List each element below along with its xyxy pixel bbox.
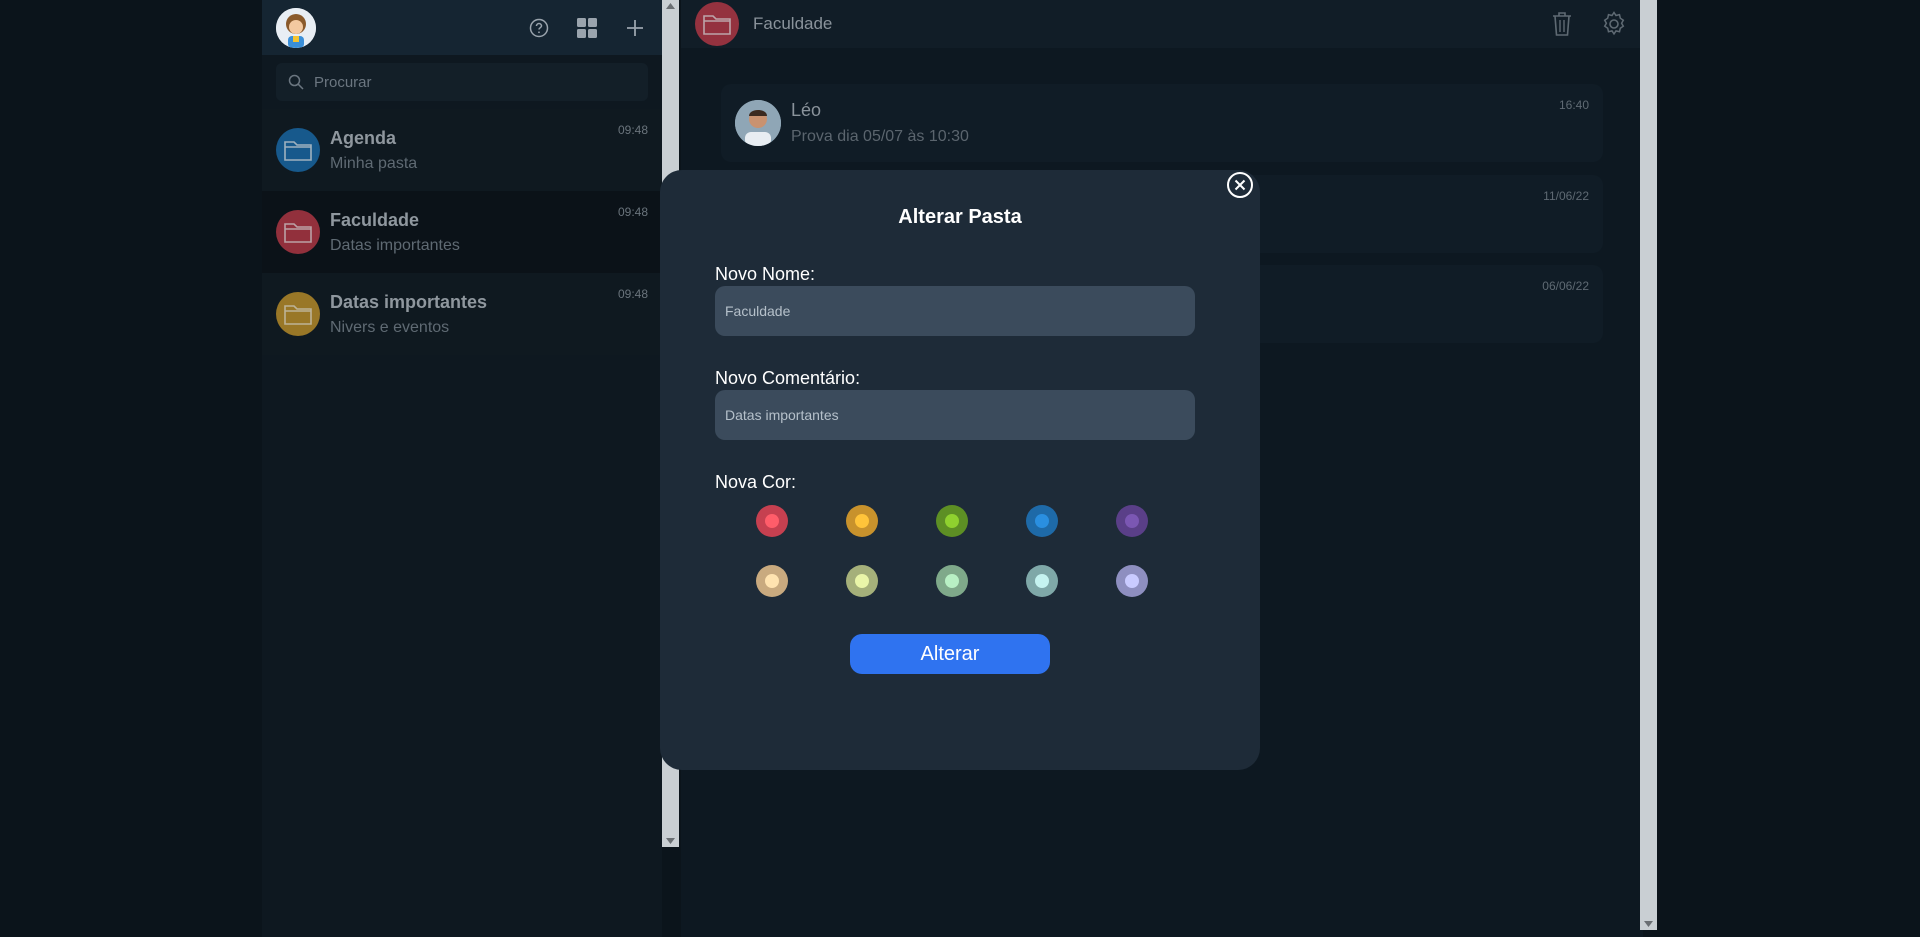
color-swatch-6[interactable]: [756, 565, 788, 597]
close-icon: [1234, 179, 1246, 191]
chat-folder-icon: [695, 2, 739, 46]
trash-icon[interactable]: [1547, 9, 1577, 39]
color-swatch-8[interactable]: [936, 565, 968, 597]
folder-item-faculdade[interactable]: Faculdade Datas importantes 09:48: [262, 191, 662, 273]
color-swatch-9[interactable]: [1026, 565, 1058, 597]
chat-title: Faculdade: [753, 14, 833, 33]
folder-subtitle: Nivers e eventos: [330, 318, 450, 336]
folder-icon: [276, 292, 320, 336]
folder-subtitle: Datas importantes: [330, 236, 460, 254]
message-card[interactable]: Léo Prova dia 05/07 às 10:30 16:40: [721, 84, 1603, 162]
folder-title: Datas importantes: [330, 291, 488, 312]
message-text: Prova dia 05/07 às 10:30: [791, 128, 969, 145]
comment-input[interactable]: [715, 390, 1195, 440]
scroll-down-arrow-icon[interactable]: [1644, 921, 1653, 927]
message-author: Léo: [791, 100, 822, 120]
sidebar-header: [262, 0, 662, 55]
grid-icon[interactable]: [574, 15, 600, 41]
scroll-down-arrow-icon[interactable]: [666, 838, 675, 844]
comment-label: Novo Comentário:: [715, 368, 861, 388]
message-time: 16:40: [1558, 98, 1589, 112]
comment-field-box: [715, 390, 1195, 440]
color-swatch-3[interactable]: [936, 505, 968, 537]
message-avatar: [735, 100, 781, 146]
color-label: Nova Cor:: [715, 472, 797, 492]
folder-time: 09:48: [617, 205, 648, 219]
folder-time: 09:48: [617, 123, 648, 137]
folder-icon: [276, 128, 320, 172]
folder-icon: [276, 210, 320, 254]
color-swatch-4[interactable]: [1026, 505, 1058, 537]
help-icon[interactable]: [526, 15, 552, 41]
color-swatch-5[interactable]: [1116, 505, 1148, 537]
folder-title: Agenda: [330, 127, 397, 148]
search-icon: [288, 74, 304, 90]
name-input[interactable]: [715, 286, 1195, 336]
user-avatar[interactable]: [276, 7, 316, 48]
search-bar: [262, 55, 662, 109]
message-time: 11/06/22: [1543, 189, 1589, 203]
edit-folder-modal: Alterar Pasta Novo Nome: Novo Comentário…: [660, 170, 1260, 770]
search-box: [276, 63, 648, 101]
close-modal-button[interactable]: [1227, 172, 1253, 198]
name-label: Novo Nome:: [715, 264, 816, 284]
chat-scrollbar[interactable]: [1640, 0, 1657, 930]
message-time: 06/06/22: [1542, 279, 1589, 293]
scroll-up-arrow-icon[interactable]: [666, 3, 675, 9]
search-input[interactable]: [312, 72, 616, 92]
name-field-box: [715, 286, 1195, 336]
settings-gear-icon[interactable]: [1599, 9, 1629, 39]
color-swatch-7[interactable]: [846, 565, 878, 597]
color-swatch-10[interactable]: [1116, 565, 1148, 597]
alterar-button[interactable]: Alterar: [850, 634, 1050, 674]
folder-title: Faculdade: [330, 209, 420, 230]
folder-item-agenda[interactable]: Agenda Minha pasta 09:48: [262, 109, 662, 191]
folder-time: 09:48: [617, 287, 648, 301]
modal-title: Alterar Pasta: [898, 206, 1022, 228]
add-icon[interactable]: [622, 15, 648, 41]
folder-sidebar: Agenda Minha pasta 09:48 Faculdade Datas…: [262, 0, 662, 937]
color-swatch-1[interactable]: [756, 505, 788, 537]
folder-subtitle: Minha pasta: [330, 154, 418, 172]
folder-item-datas-importantes[interactable]: Datas importantes Nivers e eventos 09:48: [262, 273, 662, 355]
color-swatch-2[interactable]: [846, 505, 878, 537]
chat-header: Faculdade: [681, 0, 1643, 48]
